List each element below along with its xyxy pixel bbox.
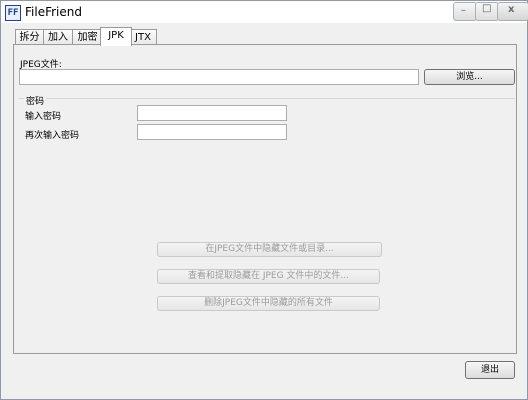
tab-jpk[interactable]: JPK	[100, 27, 132, 46]
maximize-button[interactable]: □	[475, 2, 499, 21]
tab-join[interactable]: 加入	[43, 29, 73, 45]
exit-label: 退出	[480, 365, 499, 375]
app-window: FF FileFriend – □ x 拆分 加入 加密 JPK JTX JPE…	[0, 0, 528, 400]
confirm-password-label: 再次输入密码	[25, 131, 80, 141]
close-icon: x	[508, 4, 515, 15]
tab-jpk-label: JPK	[108, 30, 124, 41]
delete-hidden-button[interactable]: 删除JPEG文件中隐藏的所有文件	[157, 296, 380, 311]
password-input[interactable]	[137, 105, 287, 121]
browse-button[interactable]: 浏览...	[424, 69, 515, 85]
tab-encrypt-label: 加密	[77, 32, 98, 43]
close-button[interactable]: x	[497, 2, 528, 21]
tab-encrypt[interactable]: 加密	[72, 29, 103, 45]
view-extract-label: 查看和提取隐藏在 JPEG 文件中的文件...	[187, 271, 350, 281]
view-extract-button[interactable]: 查看和提取隐藏在 JPEG 文件中的文件...	[157, 269, 380, 284]
password-label: 输入密码	[25, 112, 62, 122]
hide-files-button[interactable]: 在JPEG文件中隐藏文件或目录...	[157, 242, 382, 257]
title-bar: FF FileFriend – □ x	[1, 1, 528, 23]
confirm-password-input[interactable]	[137, 124, 287, 140]
tab-join-label: 加入	[48, 32, 68, 43]
app-icon: FF	[5, 5, 21, 21]
jpeg-file-input[interactable]	[19, 69, 419, 85]
browse-label: 浏览...	[456, 72, 483, 82]
minimize-icon: –	[461, 5, 466, 16]
exit-button[interactable]: 退出	[465, 361, 515, 379]
tab-jtx[interactable]: JTX	[129, 29, 157, 45]
tab-split[interactable]: 拆分	[15, 29, 44, 45]
window-title: FileFriend	[25, 5, 82, 19]
tab-jtx-label: JTX	[135, 32, 151, 43]
minimize-button[interactable]: –	[453, 2, 477, 21]
password-group-title: 密码	[24, 94, 47, 107]
tab-split-label: 拆分	[19, 32, 40, 43]
maximize-icon: □	[482, 3, 492, 14]
hide-files-label: 在JPEG文件中隐藏文件或目录...	[205, 244, 334, 254]
delete-hidden-label: 删除JPEG文件中隐藏的所有文件	[204, 298, 333, 308]
